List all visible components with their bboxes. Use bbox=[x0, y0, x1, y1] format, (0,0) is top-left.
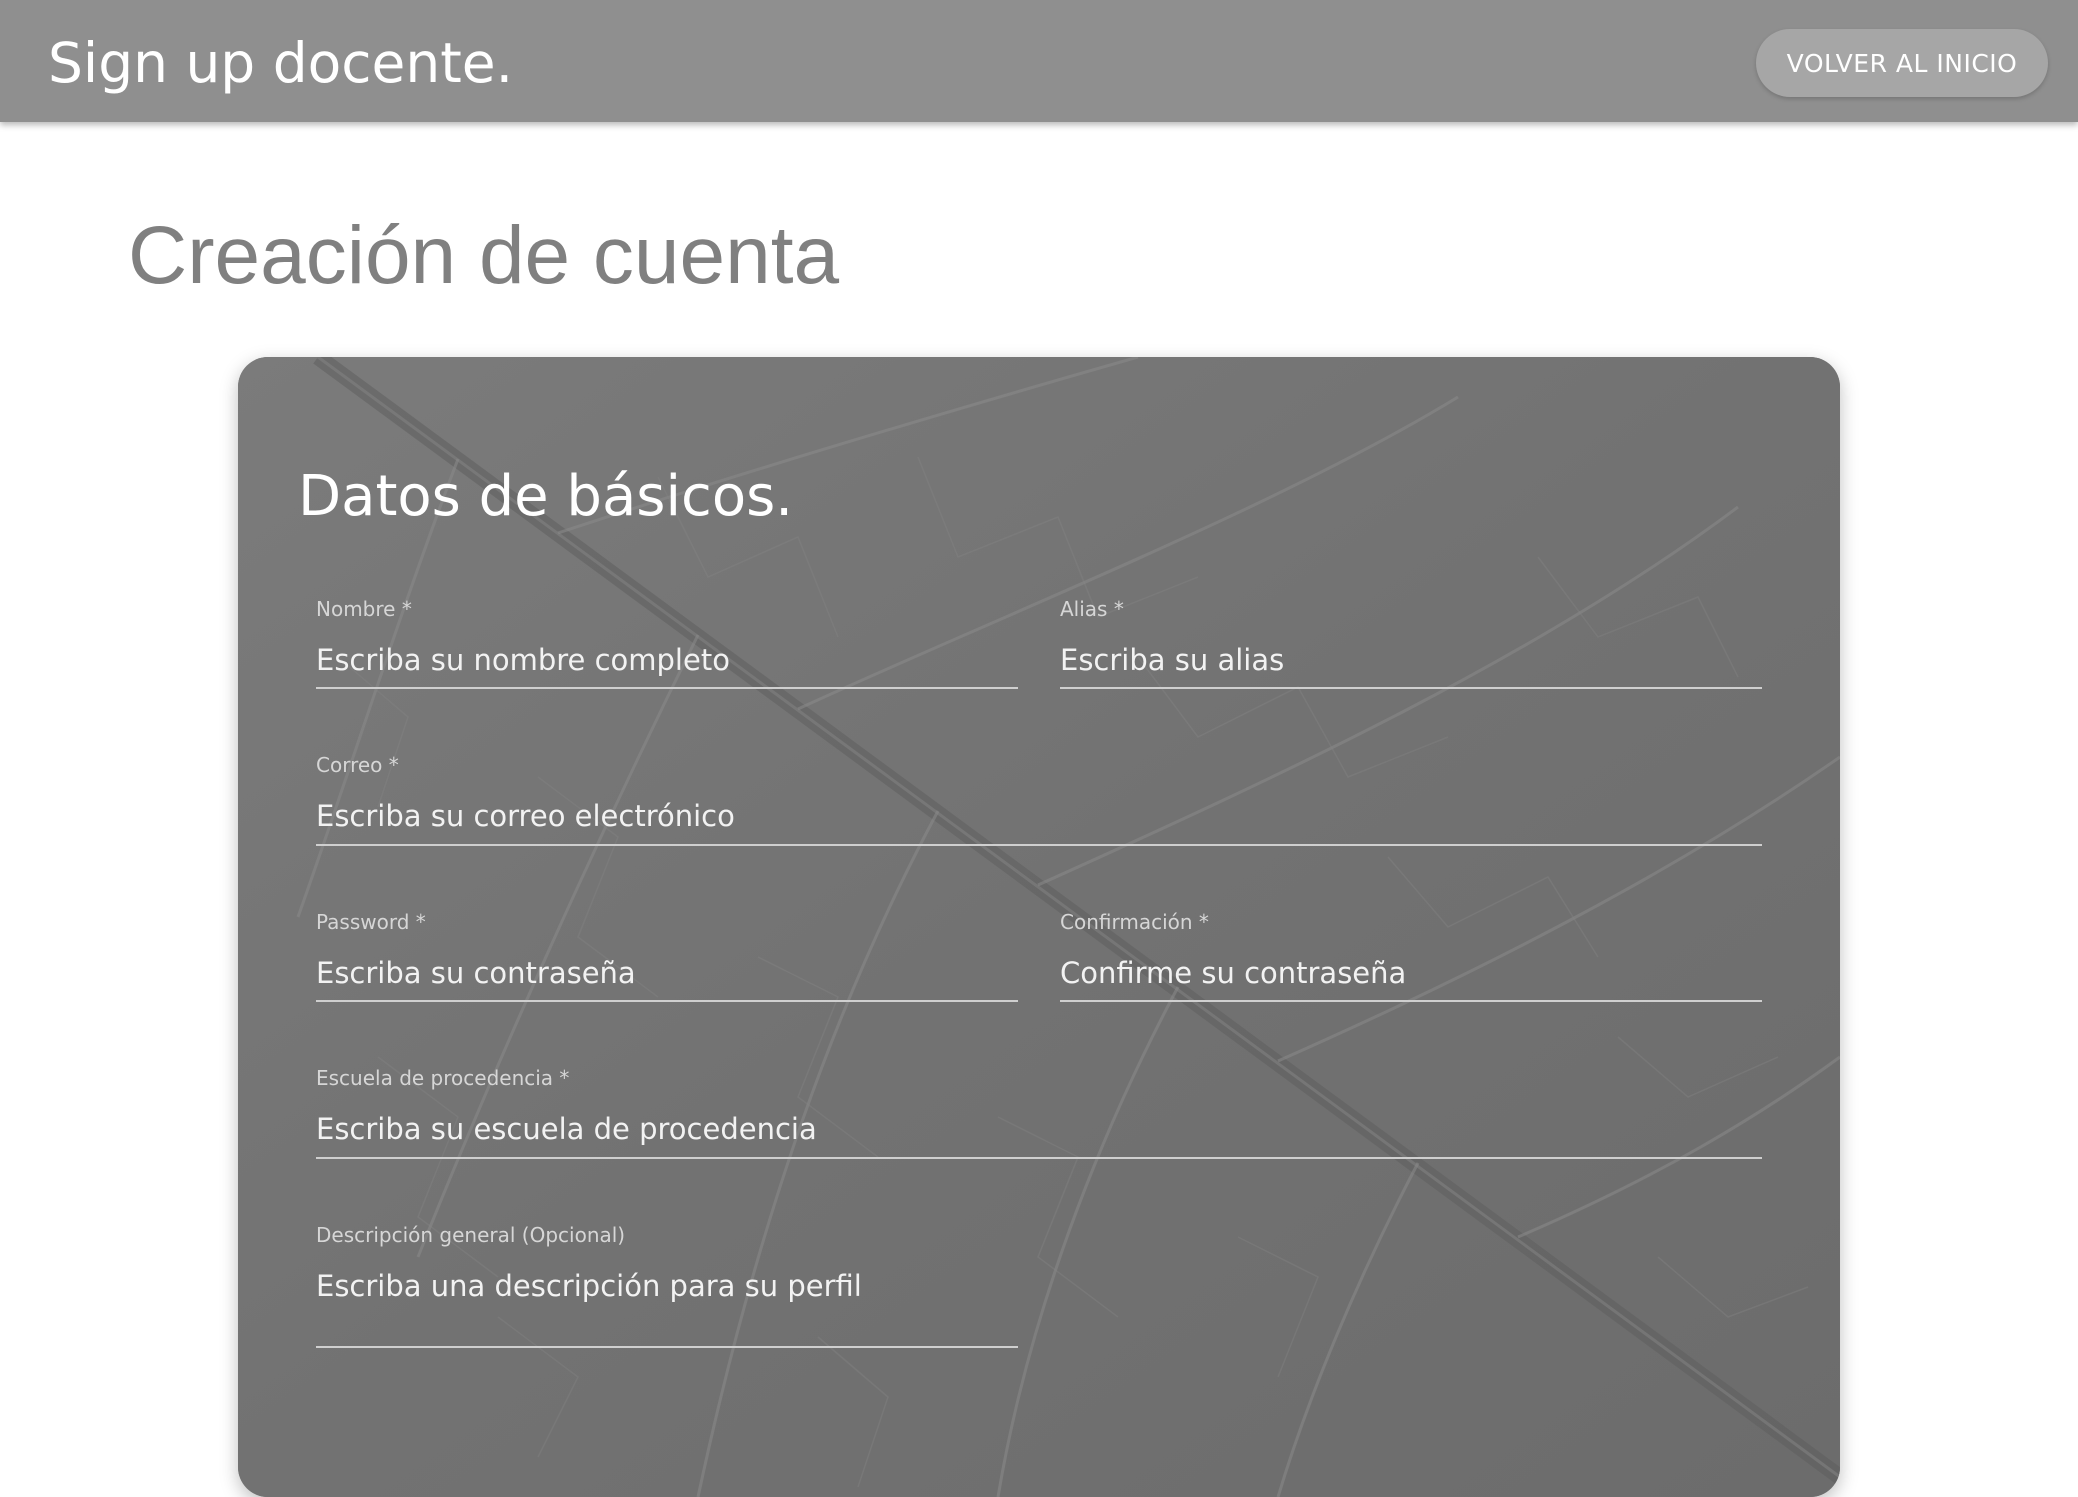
confirmacion-label: Confirmación * bbox=[1060, 910, 1209, 934]
password-label: Password * bbox=[316, 910, 426, 934]
app-title: Sign up docente. bbox=[48, 31, 514, 95]
escuela-field: Escuela de procedencia * bbox=[316, 1066, 1762, 1160]
descripcion-label: Descripción general (Opcional) bbox=[316, 1223, 626, 1247]
password-field: Password * bbox=[316, 910, 1018, 1002]
correo-field: Correo * bbox=[316, 753, 1762, 847]
alias-input[interactable] bbox=[1060, 635, 1762, 685]
nombre-label: Nombre * bbox=[316, 597, 412, 621]
descripcion-field: Descripción general (Opcional) bbox=[316, 1223, 1018, 1349]
confirmacion-underline bbox=[1060, 1000, 1762, 1002]
alias-field: Alias * bbox=[1060, 597, 1762, 689]
top-app-bar: Sign up docente. VOLVER AL INICIO bbox=[0, 0, 2078, 122]
confirm-password-input[interactable] bbox=[1060, 948, 1762, 998]
signup-form-card: Datos de básicos. Nombre * Alias * Corre… bbox=[238, 357, 1840, 1497]
confirmacion-field: Confirmación * bbox=[1060, 910, 1762, 1002]
correo-underline bbox=[316, 844, 1762, 846]
escuela-label: Escuela de procedencia * bbox=[316, 1066, 570, 1090]
password-input[interactable] bbox=[316, 948, 1018, 998]
escuela-input[interactable] bbox=[316, 1104, 1762, 1154]
descripcion-underline bbox=[316, 1346, 1018, 1348]
password-underline bbox=[316, 1000, 1018, 1002]
nombre-input[interactable] bbox=[316, 635, 1018, 685]
correo-label: Correo * bbox=[316, 753, 399, 777]
alias-underline bbox=[1060, 687, 1762, 689]
alias-label: Alias * bbox=[1060, 597, 1124, 621]
page-title: Creación de cuenta bbox=[128, 210, 840, 301]
nombre-field: Nombre * bbox=[316, 597, 1018, 689]
nombre-underline bbox=[316, 687, 1018, 689]
email-input[interactable] bbox=[316, 791, 1762, 841]
descripcion-textarea[interactable] bbox=[316, 1261, 1018, 1311]
escuela-underline bbox=[316, 1157, 1762, 1159]
section-title: Datos de básicos. bbox=[298, 464, 794, 529]
back-to-home-button[interactable]: VOLVER AL INICIO bbox=[1756, 29, 2048, 97]
